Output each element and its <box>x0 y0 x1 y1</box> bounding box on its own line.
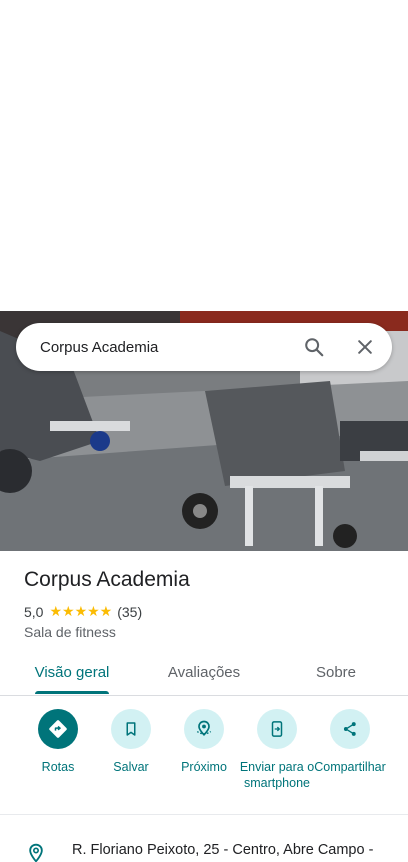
nearby-button[interactable]: Próximo <box>166 709 242 775</box>
rating-row[interactable]: 5,0 ★★★★★ (35) <box>24 603 142 620</box>
active-tab-indicator <box>35 691 109 694</box>
directions-label: Rotas <box>41 760 75 774</box>
nearby-label: Próximo <box>181 760 227 774</box>
directions-button[interactable]: Rotas <box>20 709 96 775</box>
star-rating-icon: ★★★★★ <box>49 603 113 619</box>
rating-value: 5,0 <box>24 603 44 620</box>
save-label: Salvar <box>113 760 149 774</box>
share-label: Compartilhar <box>314 760 386 774</box>
bookmark-icon <box>111 709 151 749</box>
search-icon[interactable] <box>294 327 334 367</box>
share-button[interactable]: Compartilhar <box>312 709 388 775</box>
search-input[interactable]: Corpus Academia <box>40 339 294 356</box>
action-buttons: Rotas Salvar Próximo Enviar para o smart… <box>0 697 408 815</box>
place-category: Sala de fitness <box>24 624 116 640</box>
send-to-phone-icon <box>257 709 297 749</box>
place-title: Corpus Academia <box>24 568 190 591</box>
close-icon[interactable] <box>345 327 385 367</box>
address-row[interactable]: R. Floriano Peixoto, 25 - Centro, Abre C… <box>0 835 408 862</box>
send-to-phone-label: Enviar para o smartphone <box>239 760 315 790</box>
directions-icon <box>38 709 78 749</box>
tab-about[interactable]: Sobre <box>300 650 372 695</box>
review-count[interactable]: (35) <box>117 604 142 620</box>
location-pin-icon <box>26 842 46 862</box>
send-to-phone-button[interactable]: Enviar para o smartphone <box>239 709 315 791</box>
tab-overview[interactable]: Visão geral <box>24 650 120 695</box>
address-text: R. Floriano Peixoto, 25 - Centro, Abre C… <box>72 842 374 858</box>
map-blank-area <box>0 0 408 311</box>
share-icon <box>330 709 370 749</box>
place-tabs: Visão geral Avaliações Sobre <box>0 650 408 696</box>
nearby-icon <box>184 709 224 749</box>
tab-reviews[interactable]: Avaliações <box>156 650 252 695</box>
save-button[interactable]: Salvar <box>93 709 169 775</box>
search-bar[interactable]: Corpus Academia <box>16 323 392 371</box>
